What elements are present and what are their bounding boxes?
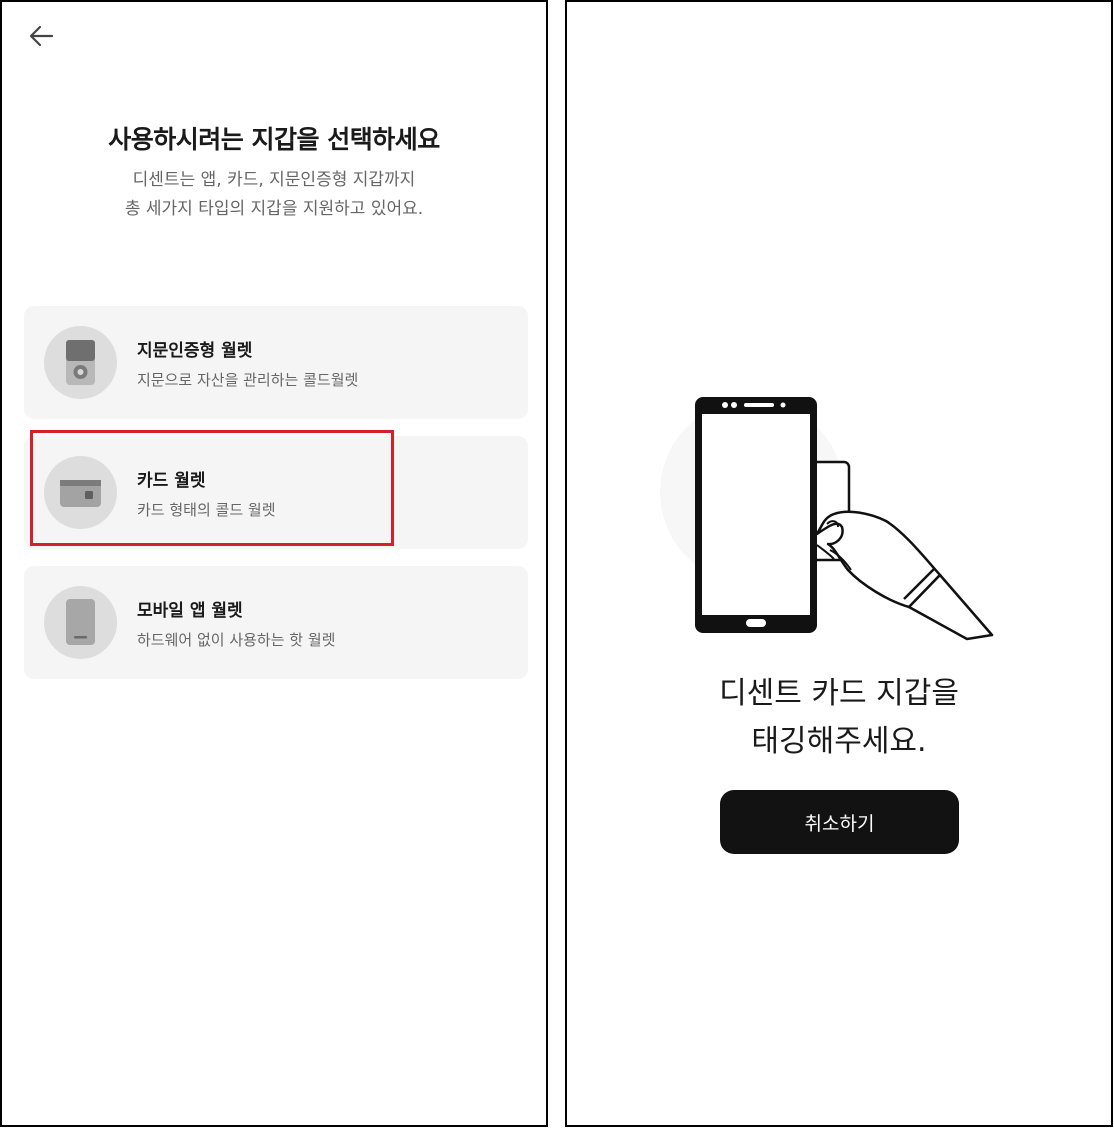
- card-icon: [44, 456, 117, 529]
- tag-instruction-message: 디센트 카드 지갑을 태깅해주세요.: [567, 670, 1111, 766]
- subtitle-line-1: 디센트는 앱, 카드, 지문인증형 지갑까지: [132, 170, 416, 190]
- wallet-option-mobile[interactable]: 모바일 앱 월렛 하드웨어 없이 사용하는 핫 월렛: [24, 566, 528, 679]
- card-tag-screen: 디센트 카드 지갑을 태깅해주세요. 취소하기: [565, 0, 1113, 1127]
- wallet-option-fingerprint[interactable]: 지문인증형 월렛 지문으로 자산을 관리하는 콜드월렛: [24, 306, 528, 419]
- mobile-phone-icon: [44, 586, 117, 659]
- back-arrow-icon[interactable]: [26, 22, 58, 50]
- wallet-option-description: 카드 형태의 콜드 월렛: [137, 501, 276, 519]
- wallet-option-description: 지문으로 자산을 관리하는 콜드월렛: [137, 371, 359, 389]
- tag-message-line-2: 태깅해주세요.: [751, 724, 927, 759]
- tag-message-line-1: 디센트 카드 지갑을: [719, 676, 959, 711]
- page-title: 사용하시려는 지갑을 선택하세요: [108, 125, 440, 154]
- hand-tapping-card-to-phone-illustration: [652, 387, 1032, 651]
- cancel-button[interactable]: 취소하기: [720, 790, 959, 854]
- wallet-option-title: 모바일 앱 월렛: [137, 601, 243, 621]
- page-subtitle: 디센트는 앱, 카드, 지문인증형 지갑까지 총 세가지 타입의 지갑을 지원하…: [2, 166, 546, 224]
- fingerprint-device-icon: [44, 326, 117, 399]
- wallet-option-description: 하드웨어 없이 사용하는 핫 월렛: [137, 631, 336, 649]
- subtitle-line-2: 총 세가지 타입의 지갑을 지원하고 있어요.: [124, 199, 424, 219]
- wallet-select-screen: 사용하시려는 지갑을 선택하세요 디센트는 앱, 카드, 지문인증형 지갑까지 …: [0, 0, 548, 1127]
- wallet-option-title: 지문인증형 월렛: [137, 341, 253, 361]
- wallet-option-title: 카드 월렛: [137, 471, 206, 491]
- wallet-option-card[interactable]: 카드 월렛 카드 형태의 콜드 월렛: [24, 436, 528, 549]
